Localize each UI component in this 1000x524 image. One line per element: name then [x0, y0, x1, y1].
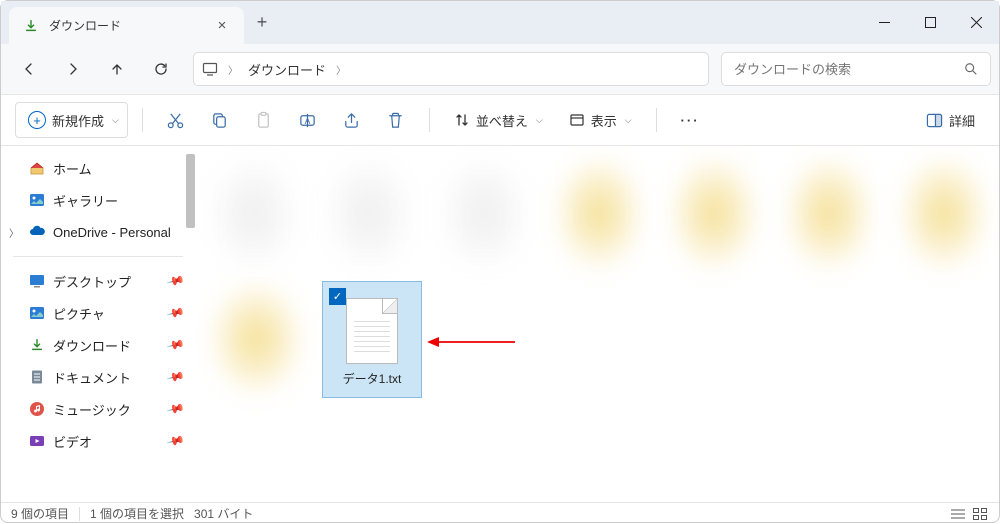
paste-button[interactable]: [245, 102, 283, 138]
navigation-bar: 〉 ダウンロード 〉: [1, 44, 999, 94]
file-list[interactable]: ✓ データ1.txt: [195, 146, 999, 502]
pictures-icon: [29, 305, 45, 321]
sidebar-label: OneDrive - Personal: [53, 225, 171, 240]
gallery-icon: [29, 192, 45, 208]
videos-icon: [29, 433, 45, 449]
details-icon: [926, 112, 943, 129]
sidebar-item-documents[interactable]: ドキュメント 📌: [1, 361, 195, 393]
details-label: 詳細: [949, 111, 975, 130]
home-icon: [29, 160, 45, 176]
sidebar-label: ホーム: [53, 159, 92, 178]
new-button[interactable]: + 新規作成 ⌵: [15, 102, 128, 138]
back-button[interactable]: [9, 51, 49, 87]
status-count: 9 個の項目: [11, 505, 69, 522]
sidebar: ホーム ギャラリー 〉 OneDrive - Personal デスクトップ 📌…: [1, 146, 195, 502]
arrow-annotation: [427, 336, 517, 348]
share-button[interactable]: [333, 102, 371, 138]
monitor-icon: [202, 61, 218, 77]
sort-icon: [454, 112, 470, 128]
close-button[interactable]: [953, 1, 999, 44]
onedrive-icon: [29, 224, 45, 240]
new-button-label: 新規作成: [52, 111, 104, 130]
search-icon[interactable]: [964, 62, 978, 76]
chevron-down-icon: ⌵: [536, 115, 543, 126]
address-bar[interactable]: 〉 ダウンロード 〉: [193, 52, 709, 86]
breadcrumb-item[interactable]: ダウンロード: [248, 60, 326, 79]
view-button[interactable]: 表示 ⌵: [559, 102, 642, 138]
file-item-selected[interactable]: ✓ データ1.txt: [322, 281, 422, 398]
sidebar-item-pictures[interactable]: ピクチャ 📌: [1, 297, 195, 329]
delete-button[interactable]: [377, 102, 415, 138]
up-button[interactable]: [97, 51, 137, 87]
sidebar-item-music[interactable]: ミュージック 📌: [1, 393, 195, 425]
desktop-icon: [29, 273, 45, 289]
maximize-button[interactable]: [907, 1, 953, 44]
documents-icon: [29, 369, 45, 385]
chevron-down-icon: ⌵: [112, 115, 119, 126]
view-icon: [569, 112, 585, 128]
pin-icon: 📌: [166, 431, 186, 451]
file-name: データ1.txt: [343, 370, 402, 387]
music-icon: [29, 401, 45, 417]
search-input[interactable]: [734, 62, 964, 77]
rename-button[interactable]: A: [289, 102, 327, 138]
text-file-icon: [346, 298, 398, 364]
pin-icon: 📌: [166, 271, 186, 291]
close-tab-icon[interactable]: ×: [214, 18, 230, 34]
icons-view-button[interactable]: [971, 506, 989, 522]
sidebar-label: ピクチャ: [53, 304, 105, 323]
details-pane-button[interactable]: 詳細: [916, 102, 985, 138]
refresh-button[interactable]: [141, 51, 181, 87]
browser-tab[interactable]: ダウンロード ×: [9, 7, 244, 44]
sidebar-label: ドキュメント: [53, 368, 131, 387]
plus-circle-icon: +: [28, 111, 46, 129]
body: ホーム ギャラリー 〉 OneDrive - Personal デスクトップ 📌…: [1, 146, 999, 502]
window-controls: [861, 1, 999, 44]
chevron-right-icon[interactable]: 〉: [336, 62, 346, 77]
check-icon[interactable]: ✓: [329, 288, 346, 305]
pin-icon: 📌: [166, 303, 186, 323]
chevron-right-icon: 〉: [228, 62, 238, 77]
status-selected: 1 個の項目を選択: [90, 505, 184, 522]
minimize-button[interactable]: [861, 1, 907, 44]
sidebar-label: ミュージック: [53, 400, 131, 419]
chevron-down-icon: ⌵: [625, 115, 632, 126]
cut-button[interactable]: [157, 102, 195, 138]
expand-icon[interactable]: 〉: [9, 225, 19, 240]
sidebar-item-desktop[interactable]: デスクトップ 📌: [1, 265, 195, 297]
sidebar-item-videos[interactable]: ビデオ 📌: [1, 425, 195, 457]
pin-icon: 📌: [166, 335, 186, 355]
sidebar-label: ギャラリー: [53, 191, 118, 210]
download-icon: [23, 18, 39, 34]
status-bar: 9 個の項目 1 個の項目を選択 301 バイト: [1, 502, 999, 524]
search-box[interactable]: [721, 52, 991, 86]
sidebar-item-onedrive[interactable]: 〉 OneDrive - Personal: [1, 216, 195, 248]
more-button[interactable]: ···: [671, 102, 710, 138]
sidebar-item-home[interactable]: ホーム: [1, 152, 195, 184]
title-bar: ダウンロード × +: [1, 1, 999, 44]
details-view-button[interactable]: [949, 506, 967, 522]
copy-button[interactable]: [201, 102, 239, 138]
pin-icon: 📌: [166, 399, 186, 419]
sidebar-item-gallery[interactable]: ギャラリー: [1, 184, 195, 216]
forward-button[interactable]: [53, 51, 93, 87]
sort-label: 並べ替え: [476, 111, 528, 130]
new-tab-button[interactable]: +: [244, 1, 280, 44]
tab-title: ダウンロード: [49, 17, 204, 34]
sort-button[interactable]: 並べ替え ⌵: [444, 102, 553, 138]
status-size: 301 バイト: [194, 505, 253, 522]
sidebar-label: デスクトップ: [53, 272, 131, 291]
sidebar-label: ビデオ: [53, 432, 92, 451]
view-label: 表示: [591, 111, 617, 130]
sidebar-item-downloads[interactable]: ダウンロード 📌: [1, 329, 195, 361]
pin-icon: 📌: [166, 367, 186, 387]
sidebar-label: ダウンロード: [53, 336, 131, 355]
download-icon: [29, 337, 45, 353]
blurred-item: [209, 281, 304, 396]
toolbar: + 新規作成 ⌵ A 並べ替え ⌵ 表示 ⌵ ··· 詳細: [1, 94, 999, 146]
blurred-row: [205, 156, 989, 271]
